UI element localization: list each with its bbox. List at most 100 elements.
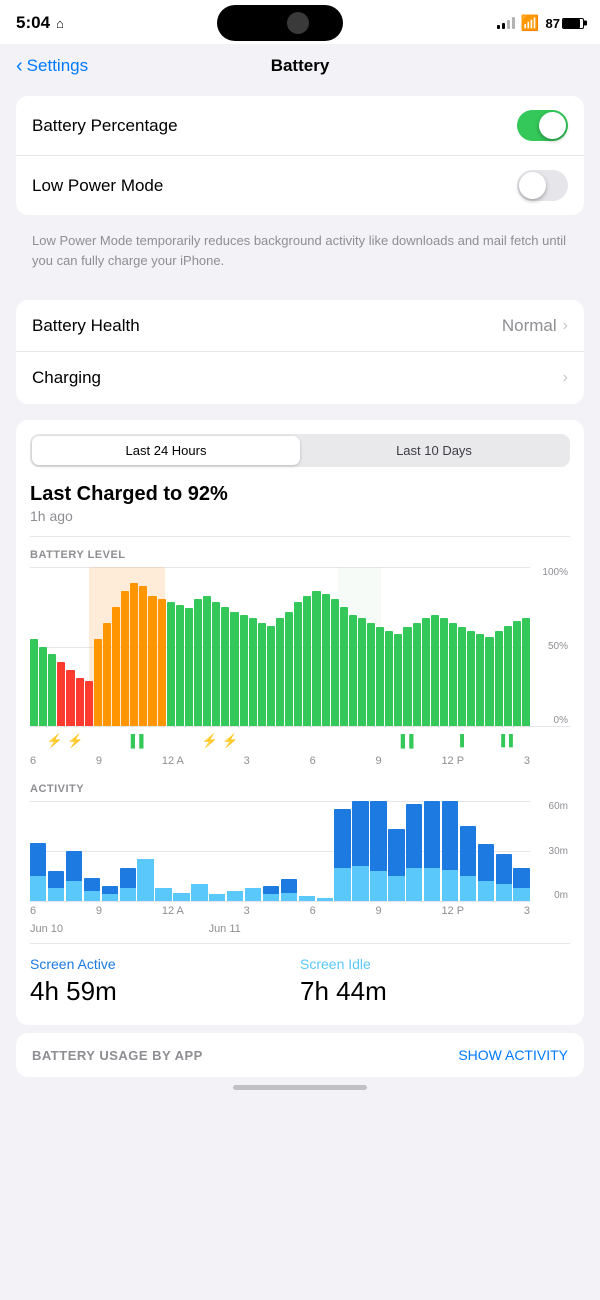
battery-bar xyxy=(504,626,512,726)
battery-level-chart-label: BATTERY LEVEL xyxy=(30,549,570,561)
idle-bar xyxy=(191,884,207,901)
tab-24-hours[interactable]: Last 24 Hours xyxy=(32,436,300,465)
idle-bar xyxy=(245,888,261,901)
battery-bar xyxy=(403,627,411,726)
idle-bar xyxy=(66,881,82,901)
back-button[interactable]: ‹ Settings xyxy=(16,56,88,76)
battery-toggles-section: Battery Percentage Low Power Mode xyxy=(16,96,584,215)
x-label-9pm: 9 xyxy=(376,755,382,767)
date-spacer xyxy=(137,923,208,935)
date-jun10: Jun 10 xyxy=(30,923,137,935)
battery-bar xyxy=(185,608,193,726)
charge-info: Last Charged to 92% 1h ago xyxy=(30,483,570,524)
act-x-12a: 12 A xyxy=(162,905,184,917)
battery-bar xyxy=(85,681,93,726)
x-label-3: 3 xyxy=(524,755,530,767)
screen-active-stat: Screen Active 4h 59m xyxy=(30,956,300,1007)
active-bar xyxy=(66,851,82,881)
battery-percentage-label: Battery Percentage xyxy=(32,116,178,136)
battery-bar xyxy=(194,599,202,726)
activity-bar-group xyxy=(263,801,279,901)
idle-bar xyxy=(84,891,100,901)
act-y-0m: 0m xyxy=(554,890,568,901)
battery-bar xyxy=(158,599,166,726)
battery-health-row[interactable]: Battery Health Normal › xyxy=(16,300,584,352)
act-x-3p: 3 xyxy=(524,905,530,917)
idle-bar xyxy=(155,888,171,901)
y-label-0: 0% xyxy=(554,715,568,726)
idle-bar xyxy=(352,866,368,901)
battery-bar xyxy=(495,631,503,726)
y-label-100: 100% xyxy=(542,567,568,578)
chevron-left-icon: ‹ xyxy=(16,56,23,76)
battery-indicator: 87 xyxy=(546,16,584,31)
y-label-50: 50% xyxy=(548,641,568,652)
active-bar xyxy=(496,854,512,884)
battery-bar xyxy=(440,618,448,726)
battery-level-chart: 100% 50% 0% xyxy=(30,567,570,727)
show-activity-link[interactable]: SHOW ACTIVITY xyxy=(458,1047,568,1063)
toggle-thumb xyxy=(539,112,566,139)
status-right: 📶 87 xyxy=(497,14,584,32)
battery-bar xyxy=(513,621,521,726)
idle-bar xyxy=(334,868,350,901)
activity-bar-group xyxy=(370,801,386,901)
charging-row[interactable]: Charging › xyxy=(16,352,584,404)
act-y-30m: 30m xyxy=(549,846,568,857)
activity-bar-group xyxy=(442,801,458,901)
battery-bar xyxy=(476,634,484,726)
battery-bar xyxy=(312,591,320,726)
idle-bar xyxy=(424,868,440,901)
charging-icons-row: ⚡ ⚡ ▐▐ ⚡ ⚡ ▐▐ ▐ ▐▐ xyxy=(30,731,570,751)
battery-bar xyxy=(367,623,375,726)
activity-bar-group xyxy=(173,801,189,901)
di-circle xyxy=(287,12,309,34)
x-label-12am: 12 A xyxy=(162,755,184,767)
activity-bar-group xyxy=(352,801,368,901)
active-bar xyxy=(478,844,494,881)
active-bar xyxy=(388,829,404,876)
battery-bar xyxy=(385,631,393,726)
battery-percentage-toggle[interactable] xyxy=(517,110,568,141)
time-period-tabs[interactable]: Last 24 Hours Last 10 Days xyxy=(30,434,570,467)
activity-bar-group xyxy=(84,801,100,901)
battery-bar xyxy=(413,623,421,726)
battery-bar xyxy=(431,615,439,726)
idle-bar xyxy=(48,888,64,901)
active-bar xyxy=(102,886,118,894)
activity-bar-group xyxy=(137,801,153,901)
battery-bar xyxy=(331,599,339,726)
activity-bar-group xyxy=(424,801,440,901)
battery-bar xyxy=(358,618,366,726)
idle-bar xyxy=(496,884,512,901)
tab-10-days[interactable]: Last 10 Days xyxy=(300,436,568,465)
activity-bar-group xyxy=(102,801,118,901)
charging-chevron: › xyxy=(563,369,568,387)
nav-bar: ‹ Settings Battery xyxy=(0,44,600,88)
act-x-9p: 9 xyxy=(376,905,382,917)
low-power-mode-toggle[interactable] xyxy=(517,170,568,201)
idle-bar xyxy=(263,894,279,901)
idle-bar xyxy=(299,896,315,901)
active-bar xyxy=(84,878,100,891)
signal-bar-3 xyxy=(507,20,510,29)
battery-bar xyxy=(349,615,357,726)
activity-bar-group xyxy=(227,801,243,901)
charging-icon-group-2: ▐▐ xyxy=(100,734,170,748)
charge-title: Last Charged to 92% xyxy=(30,483,570,506)
screen-active-value: 4h 59m xyxy=(30,976,300,1007)
battery-bar xyxy=(258,623,266,726)
battery-bar xyxy=(458,627,466,726)
battery-bar xyxy=(66,670,74,726)
act-x-12p: 12 P xyxy=(441,905,464,917)
date-labels: Jun 10 Jun 11 xyxy=(30,923,570,935)
signal-bar-2 xyxy=(502,23,505,29)
battery-bar xyxy=(167,602,175,726)
active-bar xyxy=(281,879,297,892)
active-bar xyxy=(513,868,529,888)
activity-bar-group xyxy=(317,801,333,901)
battery-bar xyxy=(376,627,384,726)
x-label-3pm-pre: 3 xyxy=(244,755,250,767)
active-bar xyxy=(370,801,386,871)
battery-bar xyxy=(422,618,430,726)
